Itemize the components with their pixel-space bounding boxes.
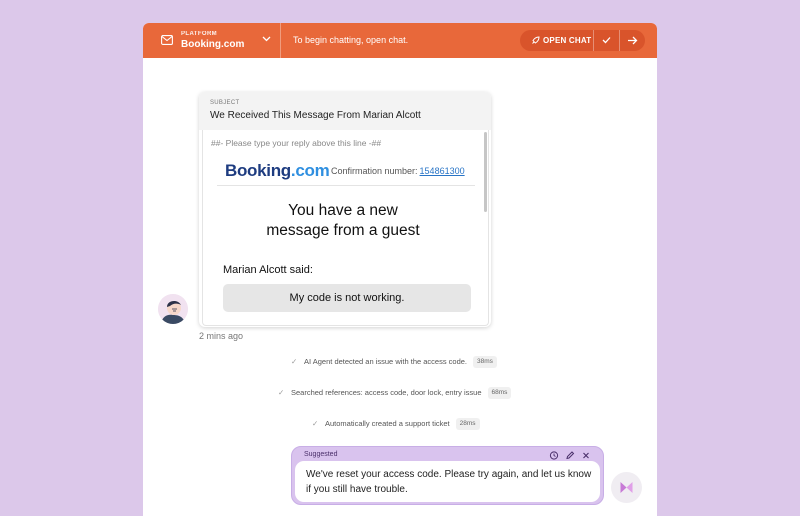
platform-kicker: PLATFORM (181, 31, 218, 37)
check-icon (602, 37, 611, 44)
resolve-button[interactable] (594, 30, 620, 51)
step-duration: 38ms (473, 356, 497, 368)
email-card: SUBJECT We Received This Message From Ma… (199, 92, 491, 327)
agent-step: ✓ Searched references: access code, door … (278, 386, 512, 400)
email-body[interactable]: ##- Please type your reply above this li… (202, 130, 489, 326)
confirmation: Confirmation number: 154861300 (331, 166, 465, 176)
platform-selector[interactable]: PLATFORM Booking.com (143, 23, 281, 58)
open-chat-label: OPEN CHAT (543, 36, 592, 45)
brand-name: Booking (225, 161, 291, 180)
subject-text: We Received This Message From Marian Alc… (210, 110, 421, 121)
guest-avatar (158, 294, 188, 324)
brand-tld: com (295, 161, 330, 180)
mail-icon (161, 35, 173, 45)
platform-name: Booking.com (181, 39, 245, 50)
close-icon[interactable] (580, 450, 592, 461)
rocket-icon (532, 36, 540, 44)
avatar-illustration (158, 294, 188, 324)
suggested-reply: Suggested We've reset your access code. … (291, 446, 604, 505)
suggested-reply-body[interactable]: We've reset your access code. Please try… (295, 461, 600, 502)
agent-step: ✓ Automatically created a support ticket 2… (312, 417, 480, 431)
top-bar: PLATFORM Booking.com To begin chatting, … (143, 23, 657, 58)
suggested-label: Suggested (304, 451, 338, 458)
headline-line-2: message from a guest (266, 222, 420, 239)
agent-step: ✓ AI Agent detected an issue with the acc… (291, 355, 497, 369)
booking-logo: Booking.com (225, 161, 330, 181)
check-icon: ✓ (278, 388, 285, 397)
email-headline: You have a new message from a guest (203, 201, 483, 241)
step-duration: 68ms (487, 387, 512, 399)
subject-label: SUBJECT (210, 100, 240, 106)
confirmation-label: Confirmation number: (331, 166, 418, 176)
suggested-reply-text: We've reset your access code. Please try… (306, 469, 592, 495)
guest-said-label: Marian Alcott said: (223, 264, 313, 276)
pencil-icon[interactable] (564, 450, 576, 461)
arrow-right-icon (628, 36, 638, 45)
confirmation-number-link[interactable]: 154861300 (420, 166, 465, 176)
chat-hint: To begin chatting, open chat. (293, 35, 409, 45)
regenerate-icon[interactable] (548, 450, 560, 461)
chevron-down-icon (262, 36, 271, 42)
action-button-group: OPEN CHAT (520, 30, 645, 51)
step-text: AI Agent detected an issue with the acce… (304, 357, 468, 366)
message-timestamp: 2 mins ago (199, 331, 244, 341)
check-icon: ✓ (291, 357, 298, 366)
step-text: Searched references: access code, door l… (291, 388, 482, 397)
divider (217, 185, 475, 186)
bot-button[interactable] (611, 472, 642, 503)
guest-message: My code is not working. (223, 284, 471, 312)
step-text: Automatically created a support ticket (325, 419, 450, 428)
check-icon: ✓ (312, 419, 319, 428)
bot-logo-icon (620, 482, 633, 493)
email-scrollbar[interactable] (484, 132, 487, 212)
open-chat-button[interactable]: OPEN CHAT (520, 30, 594, 51)
reply-line: ##- Please type your reply above this li… (211, 138, 382, 148)
subject-header: SUBJECT We Received This Message From Ma… (199, 92, 491, 130)
headline-line-1: You have a new (288, 202, 398, 219)
next-button[interactable] (620, 30, 645, 51)
step-duration: 28ms (455, 418, 480, 430)
